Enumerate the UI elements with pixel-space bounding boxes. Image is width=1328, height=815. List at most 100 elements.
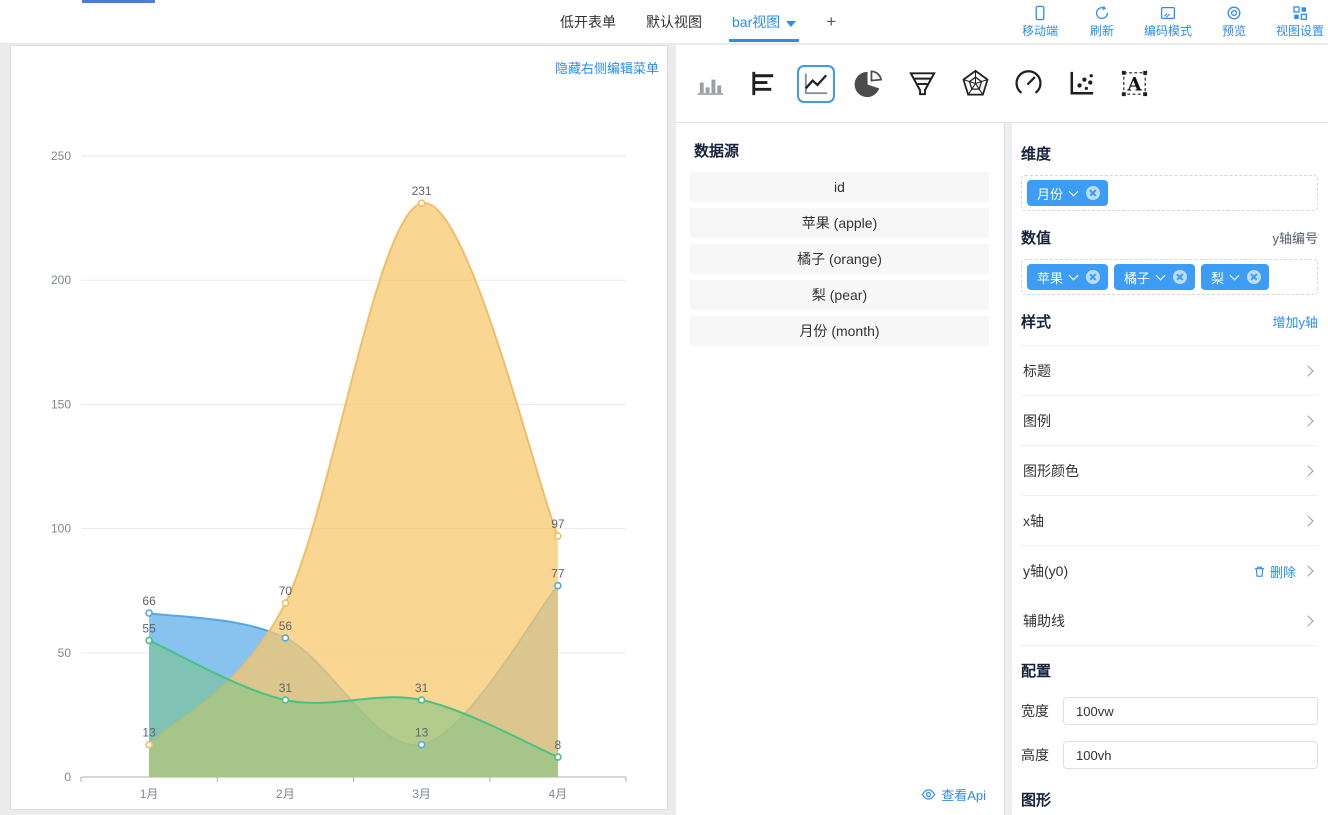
svg-text:100: 100 [51, 522, 71, 536]
height-label: 高度 [1021, 745, 1063, 765]
chart-preview-card: 0501001502002501月2月3月4月66561377137023197… [10, 45, 668, 810]
field-id[interactable]: id [690, 172, 989, 202]
tab-bar-view[interactable]: bar视图 [732, 0, 796, 44]
bar-chart-icon[interactable] [691, 65, 729, 103]
chevron-down-icon [1156, 271, 1166, 281]
svg-text:70: 70 [279, 584, 293, 598]
chevron-down-icon [1230, 271, 1240, 281]
chevron-right-icon [1302, 365, 1313, 376]
preview-icon [1226, 5, 1242, 21]
remove-tag-icon[interactable] [1173, 270, 1187, 284]
style-list: 标题 图例 图形颜色 x轴 y轴(y0) 删除 辅助线 [1021, 345, 1318, 646]
panel-divider [1004, 123, 1012, 815]
mobile-button[interactable]: 移动端 [1020, 5, 1060, 39]
svg-text:150: 150 [51, 397, 71, 411]
tab-form[interactable]: 低开表单 [560, 0, 616, 44]
code-mode-icon [1160, 5, 1176, 21]
y-axis-number-hint: y轴编号 [1272, 228, 1318, 247]
svg-text:77: 77 [551, 567, 565, 581]
style-row-colors[interactable]: 图形颜色 [1021, 446, 1318, 496]
chevron-right-icon [1302, 615, 1313, 626]
style-row-legend[interactable]: 图例 [1021, 396, 1318, 446]
text-label-icon[interactable]: A [1115, 65, 1153, 103]
code-mode-button[interactable]: 编码模式 [1144, 5, 1192, 39]
gauge-icon[interactable] [1009, 65, 1047, 103]
graphic-section-title: 图形 [1021, 789, 1318, 810]
refresh-button[interactable]: 刷新 [1082, 5, 1122, 39]
datasource-field-list: id 苹果 (apple) 橘子 (orange) 梨 (pear) 月份 (m… [690, 172, 989, 346]
funnel-icon[interactable] [903, 65, 941, 103]
width-label: 宽度 [1021, 701, 1063, 721]
add-y-axis-link[interactable]: 增加y轴 [1272, 312, 1318, 331]
refresh-icon [1094, 5, 1110, 21]
svg-text:31: 31 [279, 681, 293, 695]
style-row-title[interactable]: 标题 [1021, 346, 1318, 396]
field-month[interactable]: 月份 (month) [690, 316, 989, 346]
view-tabs: 低开表单 默认视图 bar视图 + [560, 0, 836, 44]
svg-text:31: 31 [415, 681, 429, 695]
svg-text:3月: 3月 [412, 787, 431, 801]
svg-text:231: 231 [412, 184, 432, 198]
svg-text:A: A [1126, 74, 1142, 95]
value-tag-orange[interactable]: 橘子 [1114, 264, 1195, 290]
value-drop-zone[interactable]: 苹果 橘子 梨 [1021, 259, 1318, 295]
topbar-actions: 移动端 刷新 编码模式 预览 视图设置 [1020, 5, 1324, 39]
width-input[interactable] [1063, 697, 1318, 725]
add-view-tab-button[interactable]: + [826, 0, 836, 44]
delete-y-axis-button[interactable]: 删除 [1253, 562, 1296, 581]
chevron-down-icon [1069, 271, 1079, 281]
value-tag-pear[interactable]: 梨 [1201, 264, 1269, 290]
chevron-right-icon [1302, 415, 1313, 426]
top-navigation-bar: 低开表单 默认视图 bar视图 + 移动端 刷新 编码模式 预览 视图设置 [0, 0, 1328, 44]
scatter-icon[interactable] [1062, 65, 1100, 103]
value-title: 数值 [1021, 227, 1051, 248]
hide-editor-menu-link[interactable]: 隐藏右侧编辑菜单 [555, 58, 659, 77]
svg-text:8: 8 [555, 738, 562, 752]
svg-text:66: 66 [142, 594, 156, 608]
eye-icon [921, 787, 936, 802]
view-api-link[interactable]: 查看Api [921, 785, 986, 804]
active-tab-underline [729, 39, 799, 42]
remove-tag-icon[interactable] [1086, 270, 1100, 284]
loading-progress-bar [82, 0, 155, 3]
field-pear[interactable]: 梨 (pear) [690, 280, 989, 310]
chart-type-toolbar: A [676, 45, 1328, 123]
trash-icon [1253, 565, 1266, 578]
field-orange[interactable]: 橘子 (orange) [690, 244, 989, 274]
height-input[interactable] [1063, 741, 1318, 769]
style-row-x-axis[interactable]: x轴 [1021, 496, 1318, 546]
style-title: 样式 [1021, 311, 1051, 332]
chevron-right-icon [1302, 565, 1313, 576]
dimension-drop-zone[interactable]: 月份 [1021, 175, 1318, 211]
value-tag-apple[interactable]: 苹果 [1027, 264, 1108, 290]
chevron-down-icon [1069, 187, 1079, 197]
chevron-right-icon [1302, 465, 1313, 476]
chevron-right-icon [1302, 515, 1313, 526]
svg-text:55: 55 [142, 621, 156, 635]
dimension-tag-month[interactable]: 月份 [1027, 180, 1108, 206]
caret-down-icon [786, 21, 796, 27]
style-row-guide-lines[interactable]: 辅助线 [1021, 596, 1318, 646]
svg-text:13: 13 [142, 726, 156, 740]
settings-title: 配置 [1021, 660, 1318, 681]
line-chart-icon[interactable] [797, 65, 835, 103]
svg-text:13: 13 [415, 726, 429, 740]
remove-tag-icon[interactable] [1086, 186, 1100, 200]
mobile-icon [1032, 5, 1048, 21]
svg-text:200: 200 [51, 273, 71, 287]
svg-text:4月: 4月 [549, 787, 568, 801]
preview-button[interactable]: 预览 [1214, 5, 1254, 39]
datasource-title: 数据源 [694, 140, 1004, 161]
datasource-panel: 数据源 id 苹果 (apple) 橘子 (orange) 梨 (pear) 月… [676, 123, 1004, 815]
svg-text:0: 0 [64, 770, 71, 784]
remove-tag-icon[interactable] [1247, 270, 1261, 284]
pie-chart-icon[interactable] [850, 65, 888, 103]
horizontal-bar-icon[interactable] [744, 65, 782, 103]
tab-default-view[interactable]: 默认视图 [646, 0, 702, 44]
field-apple[interactable]: 苹果 (apple) [690, 208, 989, 238]
svg-text:2月: 2月 [276, 787, 295, 801]
svg-text:250: 250 [51, 149, 71, 163]
style-row-y-axis[interactable]: y轴(y0) 删除 [1021, 546, 1318, 596]
view-settings-button[interactable]: 视图设置 [1276, 5, 1324, 39]
radar-icon[interactable] [956, 65, 994, 103]
